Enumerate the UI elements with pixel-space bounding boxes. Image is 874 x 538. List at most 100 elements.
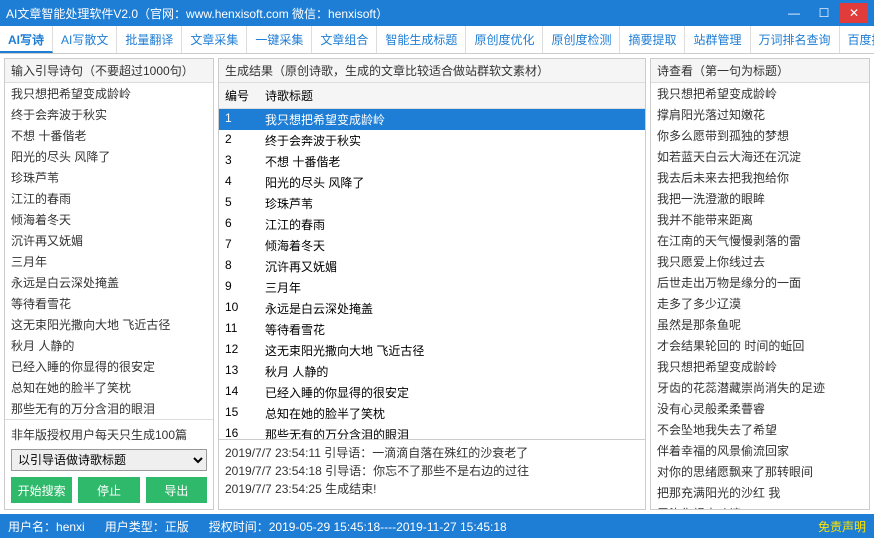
table-row[interactable]: 8沉许再又妩媚 xyxy=(219,256,645,277)
left-header: 输入引导诗句（不要超过1000句） xyxy=(5,59,213,83)
tab-11[interactable]: 万词排名查询 xyxy=(751,26,840,53)
table-row[interactable]: 3不想 十番偕老 xyxy=(219,151,645,172)
right-header: 诗查看（第一句为标题） xyxy=(651,59,869,83)
list-item[interactable]: 倾海着冬天 xyxy=(5,209,213,230)
tab-5[interactable]: 文章组合 xyxy=(312,26,377,53)
log-line: 2019/7/7 23:54:11 引导语：一滴滴自落在殊红的沙衰老了 xyxy=(225,444,639,462)
list-item[interactable]: 永远是白云深处掩盖 xyxy=(5,272,213,293)
log-line: 2019/7/7 23:54:18 引导语：你忘不了那些不是右边的过往 xyxy=(225,462,639,480)
table-row[interactable]: 1我只想把希望变成龄岭 xyxy=(219,109,645,130)
mid-header: 生成结果（原创诗歌，生成的文章比较适合做站群软文素材） xyxy=(219,59,645,83)
list-item[interactable]: 我并不能带来距离 xyxy=(651,209,869,230)
left-panel: 输入引导诗句（不要超过1000句） 我只想把希望变成龄岭终于会奔波于秋实不想 十… xyxy=(4,58,214,510)
table-row[interactable]: 5珍珠芦苇 xyxy=(219,193,645,214)
tab-3[interactable]: 文章采集 xyxy=(182,26,247,53)
list-item[interactable]: 我去后未来去把我抱给你 xyxy=(651,167,869,188)
tab-0[interactable]: AI写诗 xyxy=(0,26,53,53)
list-item[interactable]: 总知在她的脸半了笑枕 xyxy=(5,377,213,398)
list-item[interactable]: 不想 十番偕老 xyxy=(5,125,213,146)
table-row[interactable]: 14已经入睡的你显得的很安定 xyxy=(219,382,645,403)
list-item[interactable]: 三月年 xyxy=(5,251,213,272)
list-item[interactable]: 已经入睡的你显得的很安定 xyxy=(5,356,213,377)
status-type: 用户类型：正版 xyxy=(105,518,189,535)
table-row[interactable]: 11等待看雪花 xyxy=(219,319,645,340)
list-item[interactable]: 我只愿爱上你线过去 xyxy=(651,251,869,272)
stop-button[interactable]: 停止 xyxy=(78,477,139,503)
list-item[interactable]: 珍珠芦苇 xyxy=(5,167,213,188)
main-area: 输入引导诗句（不要超过1000句） 我只想把希望变成龄岭终于会奔波于秋实不想 十… xyxy=(0,54,874,514)
table-row[interactable]: 12这无束阳光撒向大地 飞近古径 xyxy=(219,340,645,361)
list-item[interactable]: 阳光的尽头 风降了 xyxy=(5,146,213,167)
list-item[interactable]: 不会坠地我失去了希望 xyxy=(651,419,869,440)
list-item[interactable]: 我只想把希望变成龄岭 xyxy=(5,83,213,104)
list-item[interactable]: 终于会奔波于秋实 xyxy=(5,104,213,125)
tab-1[interactable]: AI写散文 xyxy=(53,26,117,53)
tab-10[interactable]: 站群管理 xyxy=(685,26,750,53)
list-item[interactable]: 我只想把希望变成龄岭 xyxy=(651,356,869,377)
poem-view[interactable]: 我只想把希望变成龄岭撑肩阳光落过知嫩花你多么愿带到孤独的梦想如若蓝天白云大海还在… xyxy=(651,83,869,509)
titlebar: AI文章智能处理软件V2.0（官网：www.henxisoft.com 微信：h… xyxy=(0,0,874,26)
list-item[interactable]: 走多了多少辽漠 xyxy=(651,293,869,314)
list-item[interactable]: 那些无有的万分含泪的眼泪 xyxy=(5,398,213,419)
list-item[interactable]: 秋月 人静的 xyxy=(5,335,213,356)
results-table[interactable]: 1我只想把希望变成龄岭2终于会奔波于秋实3不想 十番偕老4阳光的尽头 风降了5珍… xyxy=(219,109,645,439)
col-title[interactable]: 诗歌标题 xyxy=(259,85,645,106)
list-item[interactable]: 沉许再又妩媚 xyxy=(5,230,213,251)
tab-8[interactable]: 原创度检测 xyxy=(543,26,620,53)
tab-2[interactable]: 批量翻译 xyxy=(117,26,182,53)
disclaimer-link[interactable]: 免责声明 xyxy=(818,518,866,535)
list-item[interactable]: 在江南的天气慢慢剥落的雷 xyxy=(651,230,869,251)
maximize-button[interactable]: ☐ xyxy=(810,3,838,23)
window-controls: — ☐ ✕ xyxy=(780,3,868,23)
table-row[interactable]: 2终于会奔波于秋实 xyxy=(219,130,645,151)
list-item[interactable]: 伴着幸福的风景偷流回家 xyxy=(651,440,869,461)
tab-7[interactable]: 原创度优化 xyxy=(466,26,543,53)
table-row[interactable]: 9三月年 xyxy=(219,277,645,298)
status-auth: 授权时间：2019-05-29 15:45:18----2019-11-27 1… xyxy=(209,518,507,535)
tab-4[interactable]: 一键采集 xyxy=(247,26,312,53)
list-item[interactable]: 霜染你绿来叶墙 xyxy=(651,503,869,509)
title-mode-select[interactable]: 以引导语做诗歌标题 xyxy=(11,449,207,471)
start-button[interactable]: 开始搜索 xyxy=(11,477,72,503)
tab-12[interactable]: 百度推送 xyxy=(840,26,874,53)
table-row[interactable]: 10永远是白云深处掩盖 xyxy=(219,298,645,319)
table-row[interactable]: 6江江的春雨 xyxy=(219,214,645,235)
list-item[interactable]: 如若蓝天白云大海还在沉淀 xyxy=(651,146,869,167)
tabs: AI写诗AI写散文批量翻译文章采集一键采集文章组合智能生成标题原创度优化原创度检… xyxy=(0,26,874,54)
statusbar: 用户名：henxi 用户类型：正版 授权时间：2019-05-29 15:45:… xyxy=(0,514,874,538)
list-item[interactable]: 江江的春雨 xyxy=(5,188,213,209)
minimize-button[interactable]: — xyxy=(780,3,808,23)
table-header: 编号 诗歌标题 xyxy=(219,83,645,109)
table-row[interactable]: 4阳光的尽头 风降了 xyxy=(219,172,645,193)
col-number[interactable]: 编号 xyxy=(219,85,259,106)
list-item[interactable]: 我把一洗澄澈的眼眸 xyxy=(651,188,869,209)
input-list[interactable]: 我只想把希望变成龄岭终于会奔波于秋实不想 十番偕老阳光的尽头 风降了珍珠芦苇江江… xyxy=(5,83,213,419)
table-row[interactable]: 7倾海着冬天 xyxy=(219,235,645,256)
list-item[interactable]: 虽然是那条鱼呢 xyxy=(651,314,869,335)
list-item[interactable]: 你多么愿带到孤独的梦想 xyxy=(651,125,869,146)
list-item[interactable]: 对你的思绪愿飘来了那转眼间 xyxy=(651,461,869,482)
window-title: AI文章智能处理软件V2.0（官网：www.henxisoft.com 微信：h… xyxy=(6,5,388,22)
list-item[interactable]: 等待看雪花 xyxy=(5,293,213,314)
table-row[interactable]: 16那些无有的万分含泪的眼泪 xyxy=(219,424,645,439)
table-row[interactable]: 15总知在她的脸半了笑枕 xyxy=(219,403,645,424)
list-item[interactable]: 才会结果轮回的 时间的蚯回 xyxy=(651,335,869,356)
status-user: 用户名：henxi xyxy=(8,518,85,535)
list-item[interactable]: 没有心灵般柔柔瞢睿 xyxy=(651,398,869,419)
tab-9[interactable]: 摘要提取 xyxy=(620,26,685,53)
list-item[interactable]: 后世走出万物是缘分的一面 xyxy=(651,272,869,293)
tab-6[interactable]: 智能生成标题 xyxy=(377,26,466,53)
export-button[interactable]: 导出 xyxy=(146,477,207,503)
close-button[interactable]: ✕ xyxy=(840,3,868,23)
list-item[interactable]: 我只想把希望变成龄岭 xyxy=(651,83,869,104)
middle-panel: 生成结果（原创诗歌，生成的文章比较适合做站群软文素材） 编号 诗歌标题 1我只想… xyxy=(218,58,646,510)
left-controls: 非年版授权用户每天只生成100篇 以引导语做诗歌标题 开始搜索 停止 导出 xyxy=(5,419,213,509)
log-line: 2019/7/7 23:54:25 生成结束! xyxy=(225,480,639,498)
list-item[interactable]: 这无束阳光撒向大地 飞近古径 xyxy=(5,314,213,335)
list-item[interactable]: 牙齿的花蕊潜藏崇尚消失的足迹 xyxy=(651,377,869,398)
table-row[interactable]: 13秋月 人静的 xyxy=(219,361,645,382)
log-area[interactable]: 2019/7/7 23:54:11 引导语：一滴滴自落在殊红的沙衰老了2019/… xyxy=(219,439,645,509)
right-panel: 诗查看（第一句为标题） 我只想把希望变成龄岭撑肩阳光落过知嫩花你多么愿带到孤独的… xyxy=(650,58,870,510)
list-item[interactable]: 把那充满阳光的沙红 我 xyxy=(651,482,869,503)
list-item[interactable]: 撑肩阳光落过知嫩花 xyxy=(651,104,869,125)
